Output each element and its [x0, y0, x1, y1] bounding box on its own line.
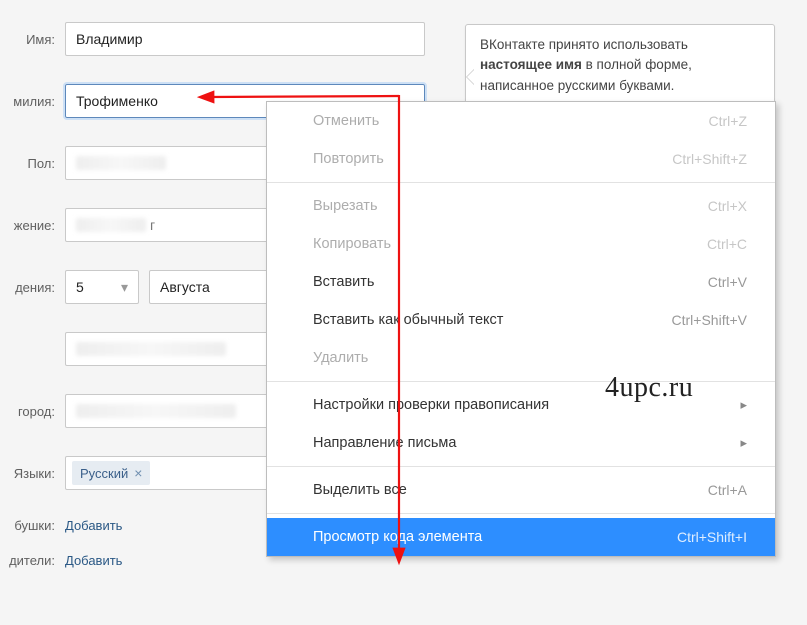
add-parents-link[interactable]: Добавить: [65, 553, 122, 568]
menu-shortcut: Ctrl+Z: [709, 113, 748, 129]
chevron-right-icon: ▸: [740, 435, 747, 451]
menu-separator: [267, 182, 775, 183]
label-name: Имя:: [0, 32, 65, 47]
menu-label: Вставить как обычный текст: [313, 312, 503, 328]
lang-tag: Русский ×: [72, 461, 150, 485]
menu-label: Повторить: [313, 151, 384, 167]
menu-label: Удалить: [313, 350, 368, 366]
menu-select-all[interactable]: Выделить все Ctrl+A: [267, 471, 775, 509]
context-menu: Отменить Ctrl+Z Повторить Ctrl+Shift+Z В…: [266, 101, 776, 557]
menu-shortcut: Ctrl+X: [708, 198, 747, 214]
menu-undo[interactable]: Отменить Ctrl+Z: [267, 102, 775, 140]
menu-label: Выделить все: [313, 482, 407, 498]
label-parents: дители:: [0, 553, 65, 568]
label-langs: Языки:: [0, 466, 65, 481]
tooltip-bold: настоящее имя: [480, 57, 582, 72]
label-city: город:: [0, 404, 65, 419]
label-gender: Пол:: [0, 156, 65, 171]
first-name-input[interactable]: [65, 22, 425, 56]
menu-shortcut: Ctrl+C: [707, 236, 747, 252]
blurred-value: [76, 156, 166, 170]
menu-shortcut: Ctrl+V: [708, 274, 747, 290]
menu-label: Настройки проверки правописания: [313, 397, 549, 413]
menu-redo[interactable]: Повторить Ctrl+Shift+Z: [267, 140, 775, 178]
menu-separator: [267, 381, 775, 382]
label-birth: дения:: [0, 280, 65, 295]
menu-shortcut: Ctrl+Shift+V: [672, 312, 747, 328]
menu-label: Копировать: [313, 236, 391, 252]
label-marital: жение:: [0, 218, 65, 233]
menu-shortcut: Ctrl+Shift+I: [677, 529, 747, 545]
label-surname: милия:: [0, 94, 65, 109]
menu-copy[interactable]: Копировать Ctrl+C: [267, 225, 775, 263]
close-icon[interactable]: ×: [134, 465, 142, 481]
menu-label: Вырезать: [313, 198, 378, 214]
blurred-value: [76, 218, 146, 232]
add-grandma-link[interactable]: Добавить: [65, 518, 122, 533]
menu-shortcut: Ctrl+A: [708, 482, 747, 498]
menu-label: Вставить: [313, 274, 374, 290]
chevron-down-icon: ▾: [121, 279, 128, 296]
menu-direction[interactable]: Направление письма ▸: [267, 424, 775, 462]
watermark-text: 4upc.ru: [605, 372, 693, 404]
label-grandma: бушки:: [0, 518, 65, 533]
menu-inspect-element[interactable]: Просмотр кода элемента Ctrl+Shift+I: [267, 518, 775, 556]
tooltip-text-1: ВКонтакте принято использовать: [480, 37, 688, 52]
menu-spellcheck[interactable]: Настройки проверки правописания ▸: [267, 386, 775, 424]
name-help-tooltip: ВКонтакте принято использовать настоящее…: [465, 24, 775, 107]
menu-delete[interactable]: Удалить: [267, 339, 775, 377]
blurred-value: [76, 404, 236, 418]
menu-paste-plain[interactable]: Вставить как обычный текст Ctrl+Shift+V: [267, 301, 775, 339]
menu-paste[interactable]: Вставить Ctrl+V: [267, 263, 775, 301]
menu-label: Направление письма: [313, 435, 456, 451]
menu-cut[interactable]: Вырезать Ctrl+X: [267, 187, 775, 225]
birth-day-value: 5: [76, 279, 84, 295]
menu-separator: [267, 466, 775, 467]
lang-tag-label: Русский: [80, 466, 128, 481]
birth-month-value: Августа: [160, 279, 210, 295]
marital-suffix: г: [150, 217, 155, 233]
birth-selects: 5 ▾ Августа: [65, 270, 269, 304]
menu-label: Отменить: [313, 113, 379, 129]
chevron-right-icon: ▸: [740, 397, 747, 413]
menu-separator: [267, 513, 775, 514]
menu-shortcut: Ctrl+Shift+Z: [672, 151, 747, 167]
blurred-value: [76, 342, 226, 356]
birth-day-select[interactable]: 5 ▾: [65, 270, 139, 304]
menu-label: Просмотр кода элемента: [313, 529, 482, 545]
birth-month-select[interactable]: Августа: [149, 270, 269, 304]
